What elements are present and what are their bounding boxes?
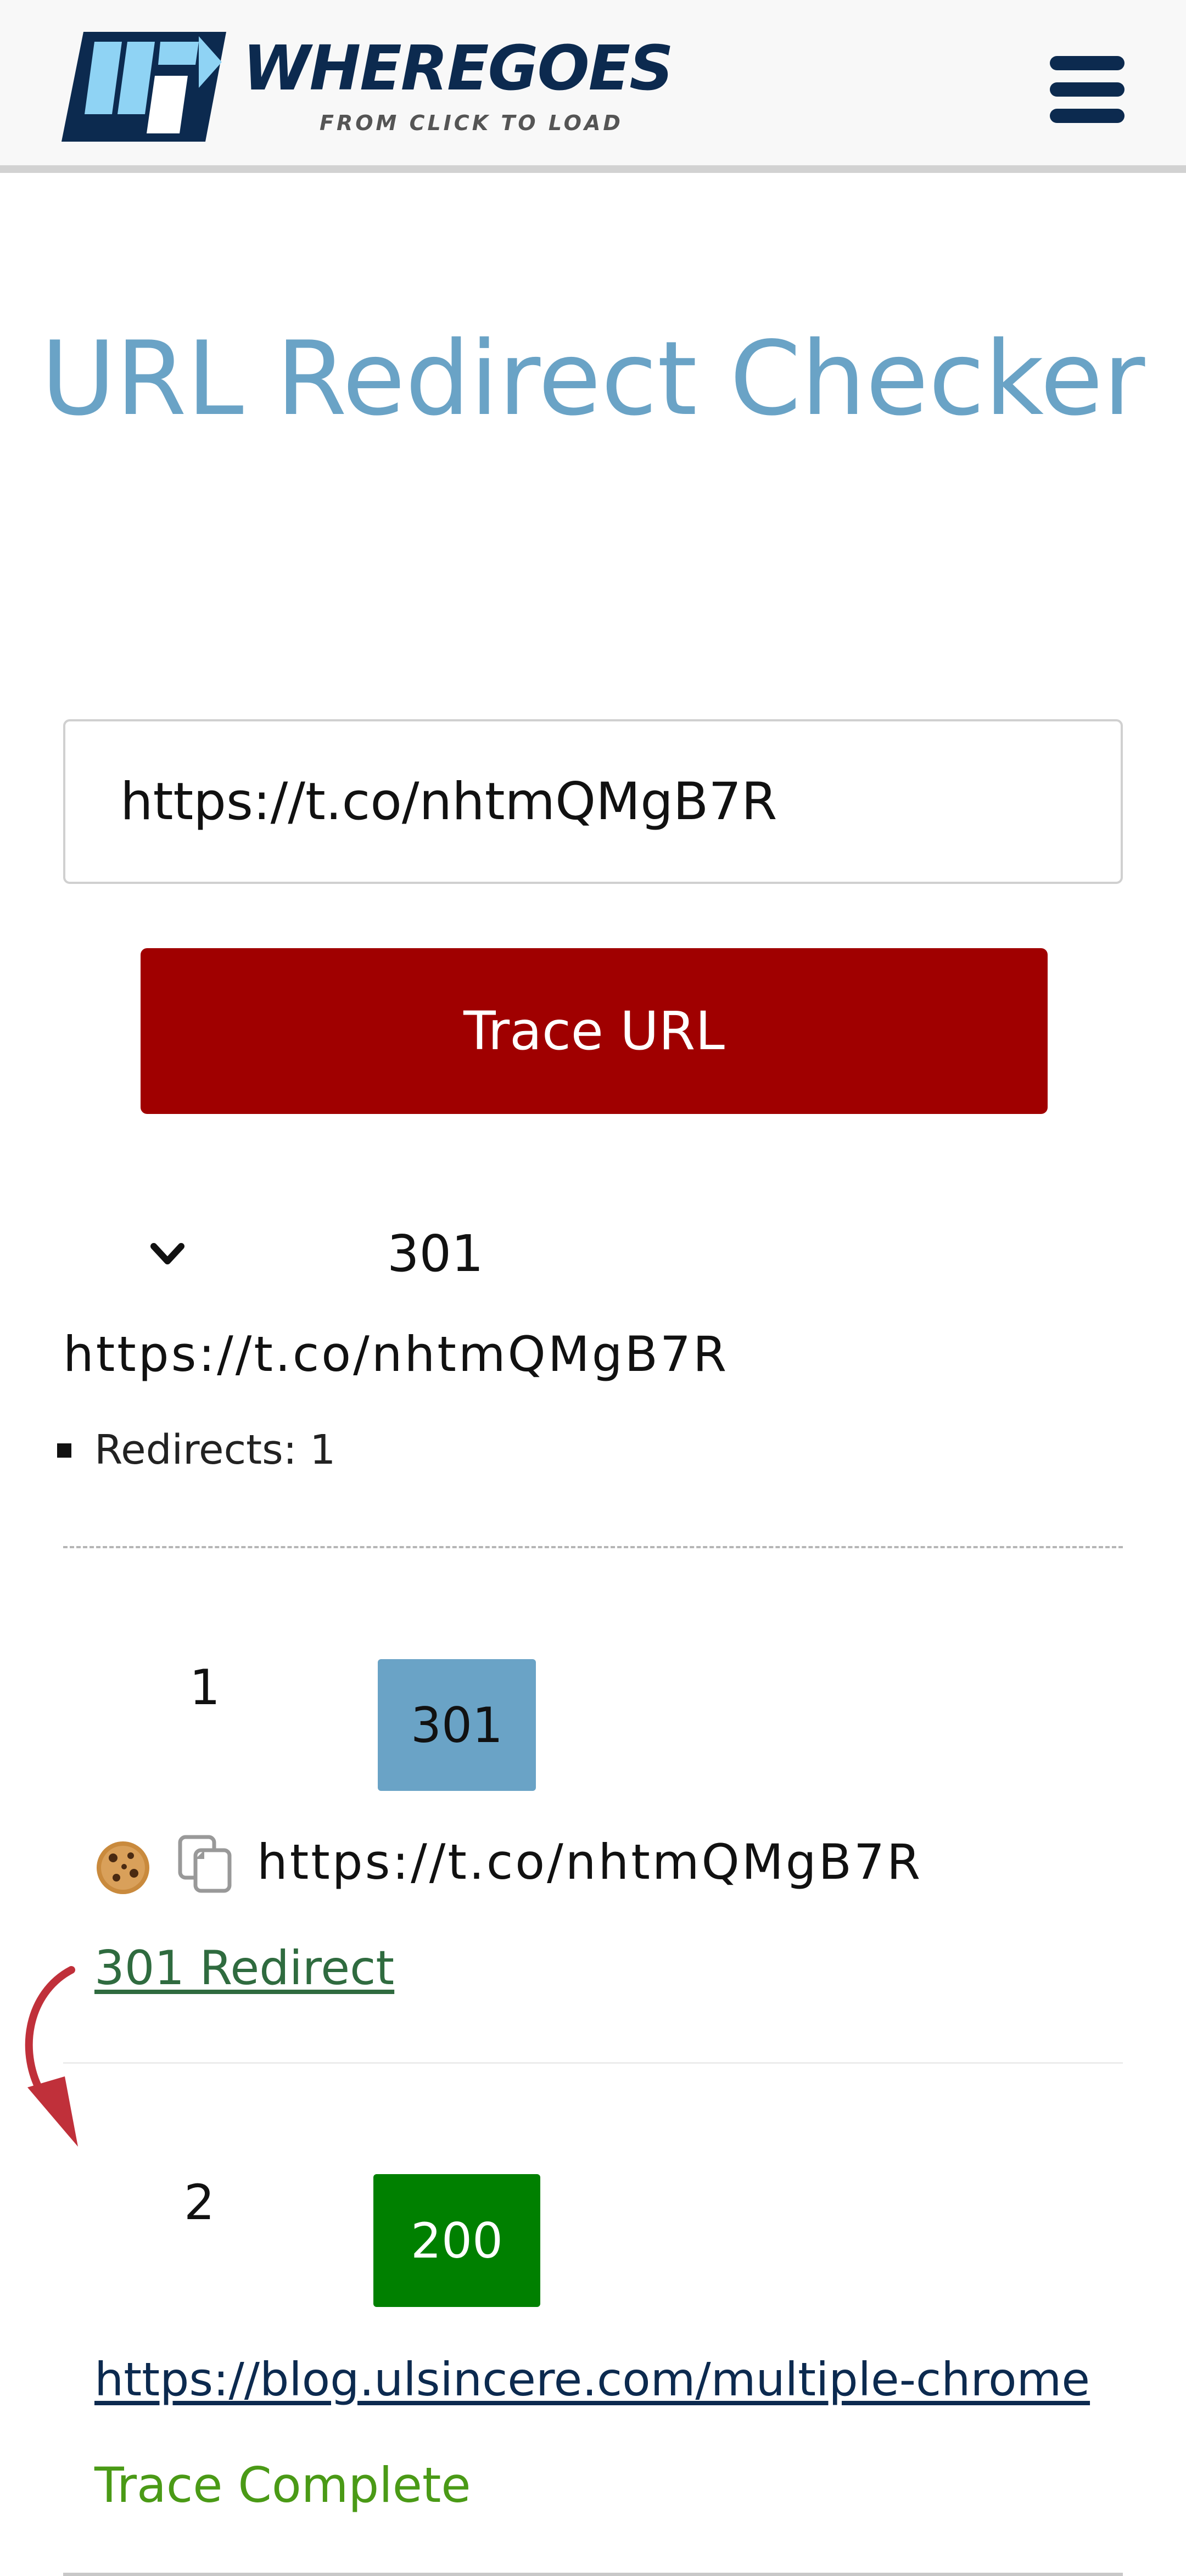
trace-status: Trace Complete — [94, 2457, 471, 2513]
logo-tagline: FROM CLICK TO LOAD — [320, 111, 623, 135]
curved-arrow-down-icon — [25, 1966, 78, 2147]
redirects-value: 1 — [310, 1426, 336, 1474]
summary-url: https://t.co/nhtmQMgB7R — [63, 1326, 729, 1382]
step-number: 2 — [184, 2174, 215, 2231]
chevron-down-icon[interactable] — [148, 1238, 187, 1271]
url-input[interactable] — [63, 719, 1123, 884]
status-badge: 301 — [378, 1659, 536, 1791]
site-header: WHEREGOES FROM CLICK TO LOAD — [0, 0, 1186, 173]
logo-wordmark: WHEREGOES — [243, 33, 674, 104]
bottom-divider — [63, 2573, 1123, 2576]
summary-status-code: 301 — [387, 1224, 484, 1283]
final-url-link[interactable]: https://blog.ulsincere.com/multiple-chro… — [94, 2353, 1090, 2406]
redirect-type-link[interactable]: 301 Redirect — [94, 1941, 394, 1996]
redirects-count: Redirects: 1 — [94, 1426, 335, 1474]
wheregoes-logo[interactable]: WHEREGOES FROM CLICK TO LOAD — [61, 29, 674, 144]
step-url: https://t.co/nhtmQMgB7R — [257, 1834, 923, 1890]
dashed-divider — [63, 1546, 1123, 1548]
copy-icon[interactable] — [177, 1834, 234, 1894]
status-badge: 200 — [373, 2174, 540, 2307]
step-divider — [63, 2062, 1123, 2064]
redirects-label: Redirects: — [94, 1426, 297, 1474]
trace-url-button[interactable]: Trace URL — [141, 948, 1048, 1114]
page-title: URL Redirect Checker — [41, 319, 1145, 438]
bullet-icon — [57, 1443, 71, 1458]
logo-mark-icon — [61, 32, 226, 142]
hamburger-menu-icon[interactable] — [1043, 49, 1131, 132]
cookie-icon[interactable] — [94, 1839, 152, 1896]
step-number: 1 — [189, 1659, 220, 1716]
